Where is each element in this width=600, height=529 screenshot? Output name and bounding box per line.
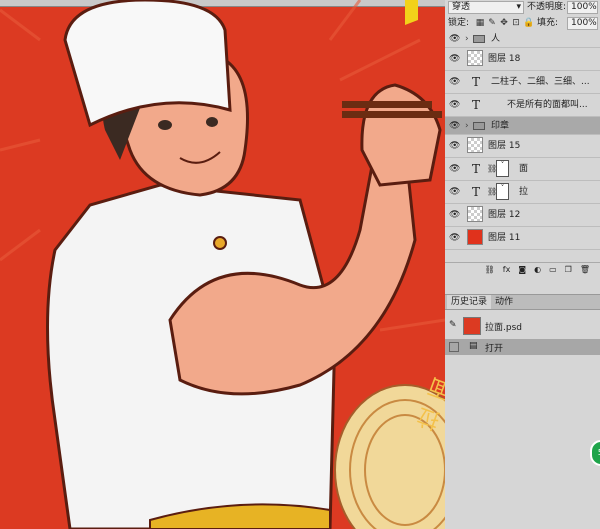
layer-name: 面 bbox=[519, 164, 529, 174]
chevron-right-icon[interactable]: › bbox=[465, 120, 469, 132]
history-item-open[interactable]: ▤ 打开 bbox=[445, 339, 600, 355]
layer-thumbnail bbox=[467, 206, 483, 222]
eye-icon[interactable]: 👁 bbox=[449, 54, 460, 64]
fill-input[interactable]: 100% bbox=[567, 17, 598, 30]
chevron-right-icon[interactable]: › bbox=[465, 33, 469, 45]
tab-history[interactable]: 历史记录 bbox=[447, 295, 492, 309]
fill-value: 100% bbox=[571, 18, 597, 28]
layer-row-group-person[interactable]: 👁 › 人 bbox=[445, 30, 600, 48]
lock-paint-icon[interactable]: ✎ bbox=[487, 18, 497, 28]
layer-name: 图层 12 bbox=[488, 210, 521, 220]
history-snapshot[interactable]: ✎ 拉面.psd bbox=[445, 316, 600, 336]
text-layer-icon: T bbox=[472, 162, 481, 176]
eye-icon[interactable]: 👁 bbox=[449, 34, 460, 44]
new-layer-icon[interactable]: ❐ bbox=[565, 265, 572, 274]
layer-row-12[interactable]: 👁 图层 12 bbox=[445, 204, 600, 227]
text-layer-icon: T bbox=[472, 75, 481, 89]
lock-all-icon[interactable]: ⊡ bbox=[511, 18, 521, 28]
text-layer-icon: T bbox=[472, 98, 481, 112]
layer-name: 图层 11 bbox=[488, 233, 521, 243]
brush-icon: ✎ bbox=[449, 320, 457, 330]
blend-mode-select[interactable]: 穿透 ▾ bbox=[448, 1, 524, 14]
layer-row-text-la[interactable]: 👁 T ⛓ ˅ 拉 bbox=[445, 181, 600, 204]
eye-icon[interactable]: 👁 bbox=[449, 77, 460, 87]
adjustment-icon[interactable]: ◐ bbox=[534, 265, 541, 274]
layer-name: 图层 18 bbox=[488, 54, 521, 64]
mask-thumbnail: ˅ bbox=[496, 183, 509, 200]
lock-move-icon[interactable]: ✥ bbox=[499, 18, 509, 28]
tab-actions[interactable]: 动作 bbox=[491, 295, 517, 309]
eye-icon[interactable]: 👁 bbox=[449, 100, 460, 110]
eye-icon[interactable]: 👁 bbox=[449, 141, 460, 151]
snapshot-name: 拉面.psd bbox=[485, 323, 522, 333]
eye-icon[interactable]: 👁 bbox=[449, 210, 460, 220]
layer-name: 拉 bbox=[519, 187, 529, 197]
document-icon: ▤ bbox=[469, 341, 478, 351]
layer-row-text-mian[interactable]: 👁 T ⛓ ˅ 面 bbox=[445, 158, 600, 181]
chevron-down-icon: ▾ bbox=[516, 2, 521, 12]
fill-label: 填充: bbox=[537, 18, 559, 28]
right-panel: 穿透 ▾ 不透明度: 100% 锁定: ▦ ✎ ✥ ⊡ 🔒 填充: 100% 👁… bbox=[445, 0, 600, 529]
opacity-input[interactable]: 100% bbox=[567, 1, 598, 14]
mask-icon[interactable]: ◙ bbox=[518, 265, 526, 274]
text-layer-icon: T bbox=[472, 185, 481, 199]
layer-row-18[interactable]: 👁 图层 18 bbox=[445, 48, 600, 71]
blend-mode-value: 穿透 bbox=[452, 2, 471, 12]
layer-thumbnail bbox=[467, 229, 483, 245]
layer-thumbnail bbox=[467, 50, 483, 66]
opacity-label: 不透明度: bbox=[527, 2, 567, 12]
layer-name: 印章 bbox=[491, 120, 510, 131]
layer-name: 不是所有的面都叫... bbox=[507, 100, 588, 110]
layer-row-11[interactable]: 👁 图层 11 bbox=[445, 227, 600, 250]
chef-illustration bbox=[0, 0, 445, 529]
layer-thumbnail bbox=[467, 137, 483, 153]
layer-row-text-2[interactable]: 👁 T 不是所有的面都叫... bbox=[445, 94, 600, 117]
checkbox[interactable] bbox=[449, 342, 459, 352]
eye-icon[interactable]: 👁 bbox=[449, 233, 460, 243]
mask-thumbnail: ˅ bbox=[496, 160, 509, 177]
lock-transparent-icon[interactable]: ▦ bbox=[475, 18, 485, 28]
snapshot-thumbnail bbox=[463, 317, 481, 335]
lock-icon[interactable]: 🔒 bbox=[523, 18, 534, 28]
folder-icon bbox=[473, 34, 485, 43]
eye-icon[interactable]: 👁 bbox=[449, 164, 460, 174]
eye-icon[interactable]: 👁 bbox=[449, 187, 460, 197]
layer-row-text-1[interactable]: 👁 T 二柱子、二细、三细、... bbox=[445, 71, 600, 94]
canvas-artwork[interactable]: 拉面 bbox=[0, 0, 445, 529]
lock-label: 锁定: bbox=[448, 18, 470, 28]
layer-name: 二柱子、二细、三细、... bbox=[491, 77, 590, 87]
layers-list: 👁 › 人 👁 图层 18 👁 T 二柱子、二细、三细、... 👁 T 不是所有… bbox=[445, 30, 600, 250]
layer-row-15[interactable]: 👁 图层 15 bbox=[445, 135, 600, 158]
layer-row-group-stamp[interactable]: 👁 › 印章 bbox=[445, 117, 600, 135]
history-tabs: 历史记录 动作 bbox=[445, 294, 600, 310]
folder-icon[interactable]: ▭ bbox=[549, 265, 557, 274]
layer-name: 图层 15 bbox=[488, 141, 521, 151]
folder-icon bbox=[473, 121, 485, 130]
layer-name: 人 bbox=[491, 33, 501, 44]
layers-footer: ⛓ fx ◙ ◐ ▭ ❐ 🗑 bbox=[445, 262, 600, 276]
history-item-label: 打开 bbox=[485, 344, 504, 354]
link-icon[interactable]: ⛓ bbox=[485, 265, 495, 274]
trash-icon[interactable]: 🗑 bbox=[580, 265, 590, 274]
opacity-value: 100% bbox=[571, 2, 597, 12]
eye-icon[interactable]: 👁 bbox=[449, 121, 460, 131]
fx-icon[interactable]: fx bbox=[503, 265, 511, 274]
